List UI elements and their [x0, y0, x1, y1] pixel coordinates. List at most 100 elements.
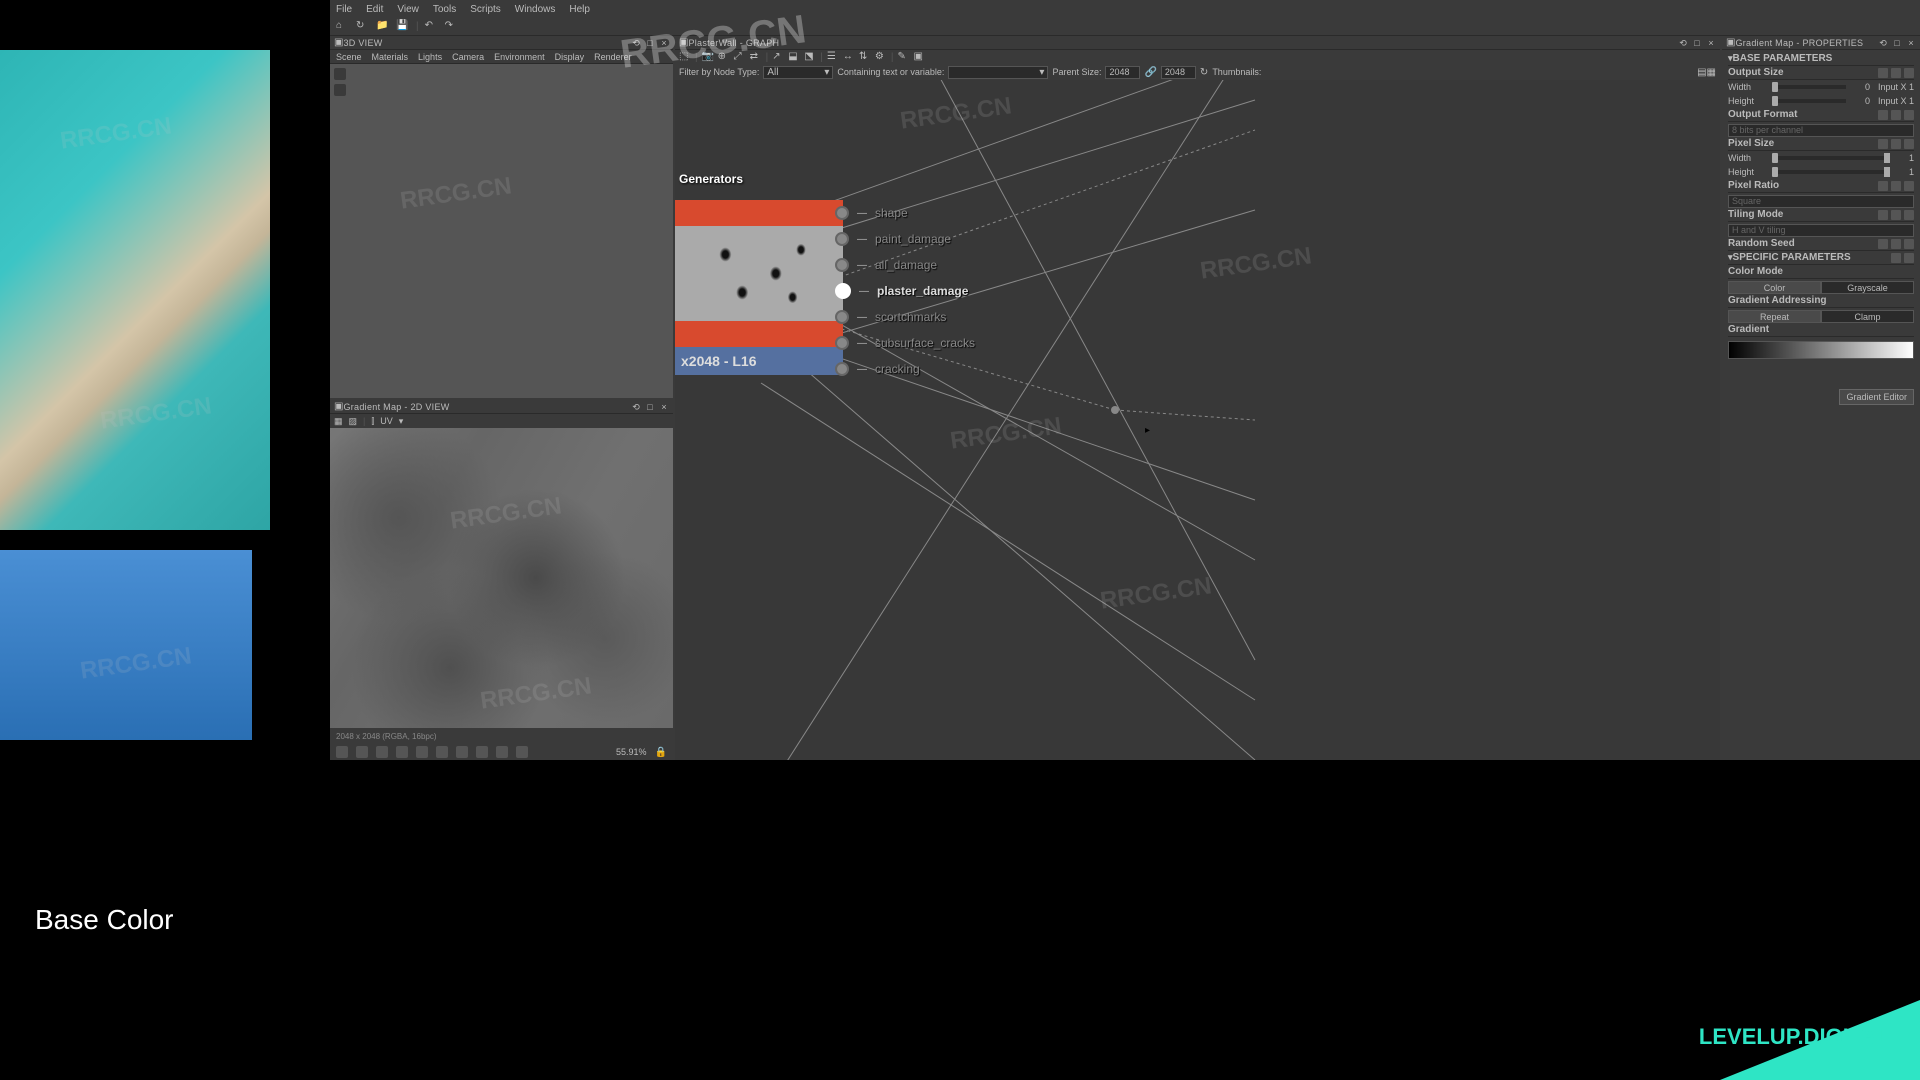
width-slider[interactable]: [1772, 85, 1846, 89]
reset-icon[interactable]: [1891, 68, 1901, 78]
ps-height-value[interactable]: 1: [1894, 167, 1914, 177]
collapse-icon[interactable]: [1904, 253, 1914, 263]
lock-icon[interactable]: 🔒: [655, 747, 667, 758]
reset-icon[interactable]: [1891, 110, 1901, 120]
color-mode-toggle[interactable]: ColorGrayscale: [1728, 281, 1914, 294]
maximize-icon[interactable]: □: [1692, 38, 1702, 48]
link-icon[interactable]: [1878, 139, 1888, 149]
select-icon[interactable]: ⬚: [679, 51, 691, 63]
height-slider[interactable]: [1772, 99, 1846, 103]
ps-height-slider[interactable]: [1772, 170, 1890, 174]
tool-icon[interactable]: [456, 746, 468, 758]
parent-width-input[interactable]: 2048: [1105, 66, 1140, 79]
tab-lights[interactable]: Lights: [418, 52, 442, 62]
tab-camera[interactable]: Camera: [452, 52, 484, 62]
expand-icon[interactable]: [1891, 253, 1901, 263]
maximize-icon[interactable]: □: [1892, 38, 1902, 48]
tool-icon[interactable]: ☰: [827, 51, 839, 63]
close-icon[interactable]: ×: [659, 402, 669, 412]
menu-icon[interactable]: [1904, 139, 1914, 149]
close-icon[interactable]: ×: [1906, 38, 1916, 48]
specific-params-header[interactable]: ▾ SPECIFIC PARAMETERS: [1728, 251, 1914, 265]
zoom-fit-icon[interactable]: ⊕: [718, 51, 730, 63]
menu-icon[interactable]: [1904, 239, 1914, 249]
redo-icon[interactable]: ↷: [445, 20, 459, 34]
tool-icon[interactable]: ▣: [913, 51, 925, 63]
refresh-icon[interactable]: ↻: [356, 20, 370, 34]
ps-width-slider[interactable]: [1772, 156, 1890, 160]
tool-icon[interactable]: [516, 746, 528, 758]
maximize-icon[interactable]: □: [645, 38, 655, 48]
output-all-damage[interactable]: —all_damage: [843, 252, 975, 278]
menu-scripts[interactable]: Scripts: [470, 4, 501, 15]
base-params-header[interactable]: ▾ BASE PARAMETERS: [1728, 52, 1914, 66]
tab-display[interactable]: Display: [555, 52, 585, 62]
link-icon[interactable]: [1878, 110, 1888, 120]
pin-icon[interactable]: ⟲: [631, 402, 641, 412]
home-icon[interactable]: ⌂: [336, 20, 350, 34]
close-icon[interactable]: ×: [659, 38, 669, 48]
reset-icon[interactable]: [1891, 181, 1901, 191]
menu-tools[interactable]: Tools: [433, 4, 456, 15]
gradient-editor-button[interactable]: Gradient Editor: [1839, 389, 1914, 405]
tab-scene[interactable]: Scene: [336, 52, 362, 62]
view3d-viewport[interactable]: [330, 64, 673, 398]
histogram-icon[interactable]: ⫿: [371, 416, 374, 427]
tool-icon[interactable]: [396, 746, 408, 758]
menu-windows[interactable]: Windows: [515, 4, 556, 15]
reset-icon[interactable]: [1891, 239, 1901, 249]
link-icon[interactable]: [1878, 181, 1888, 191]
menu-icon[interactable]: [1904, 181, 1914, 191]
menu-icon[interactable]: [1904, 210, 1914, 220]
tool-icon[interactable]: [436, 746, 448, 758]
tool-icon[interactable]: ⇄: [750, 51, 762, 63]
ps-width-value[interactable]: 1: [1894, 153, 1914, 163]
grid-icon[interactable]: ▦: [334, 416, 343, 427]
pin-icon[interactable]: ⟲: [1678, 38, 1688, 48]
menu-icon[interactable]: [1904, 68, 1914, 78]
light-icon[interactable]: [334, 84, 346, 96]
menu-edit[interactable]: Edit: [366, 4, 383, 15]
view-mode-icon[interactable]: ▤▦: [1697, 67, 1716, 78]
tool-icon[interactable]: ↗: [772, 51, 784, 63]
output-shape[interactable]: —shape: [843, 200, 975, 226]
undo-icon[interactable]: ↶: [425, 20, 439, 34]
addressing-toggle[interactable]: RepeatClamp: [1728, 310, 1914, 323]
tool-icon[interactable]: ⚙: [875, 51, 887, 63]
node-generators[interactable]: Generators x2048 - L16: [675, 200, 843, 375]
tab-environment[interactable]: Environment: [494, 52, 545, 62]
height-value[interactable]: 0: [1850, 96, 1870, 106]
view2d-viewport[interactable]: [330, 428, 673, 728]
output-cracking[interactable]: —cracking: [843, 356, 975, 382]
width-value[interactable]: 0: [1850, 82, 1870, 92]
camera-icon[interactable]: [334, 68, 346, 80]
reset-icon[interactable]: ↻: [1200, 67, 1208, 78]
tool-icon[interactable]: ✎: [897, 51, 909, 63]
pin-icon[interactable]: ⟲: [631, 38, 641, 48]
parent-height-input[interactable]: 2048: [1161, 66, 1196, 79]
output-paint-damage[interactable]: —paint_damage: [843, 226, 975, 252]
tool-icon[interactable]: [496, 746, 508, 758]
tool-icon[interactable]: ⬔: [804, 51, 816, 63]
open-icon[interactable]: 📁: [376, 20, 390, 34]
tool-icon[interactable]: ⇅: [859, 51, 871, 63]
tool-icon[interactable]: [356, 746, 368, 758]
tool-icon[interactable]: ⤢: [734, 51, 746, 63]
tab-renderer[interactable]: Renderer: [594, 52, 632, 62]
pixel-ratio-select[interactable]: Square: [1728, 195, 1914, 208]
menu-icon[interactable]: [1904, 110, 1914, 120]
maximize-icon[interactable]: □: [645, 402, 655, 412]
output-plaster-damage[interactable]: —plaster_damage: [843, 278, 975, 304]
save-icon[interactable]: 💾: [396, 20, 410, 34]
containing-input[interactable]: ▾: [948, 66, 1048, 79]
pin-icon[interactable]: ⟲: [1878, 38, 1888, 48]
link-icon[interactable]: [1878, 210, 1888, 220]
tiling-select[interactable]: H and V tiling: [1728, 224, 1914, 237]
tool-icon[interactable]: [476, 746, 488, 758]
output-scortchmarks[interactable]: —scortchmarks: [843, 304, 975, 330]
reset-icon[interactable]: [1891, 139, 1901, 149]
tab-materials[interactable]: Materials: [372, 52, 409, 62]
reset-icon[interactable]: [1891, 210, 1901, 220]
menu-help[interactable]: Help: [569, 4, 590, 15]
gradient-bar[interactable]: [1728, 341, 1914, 359]
